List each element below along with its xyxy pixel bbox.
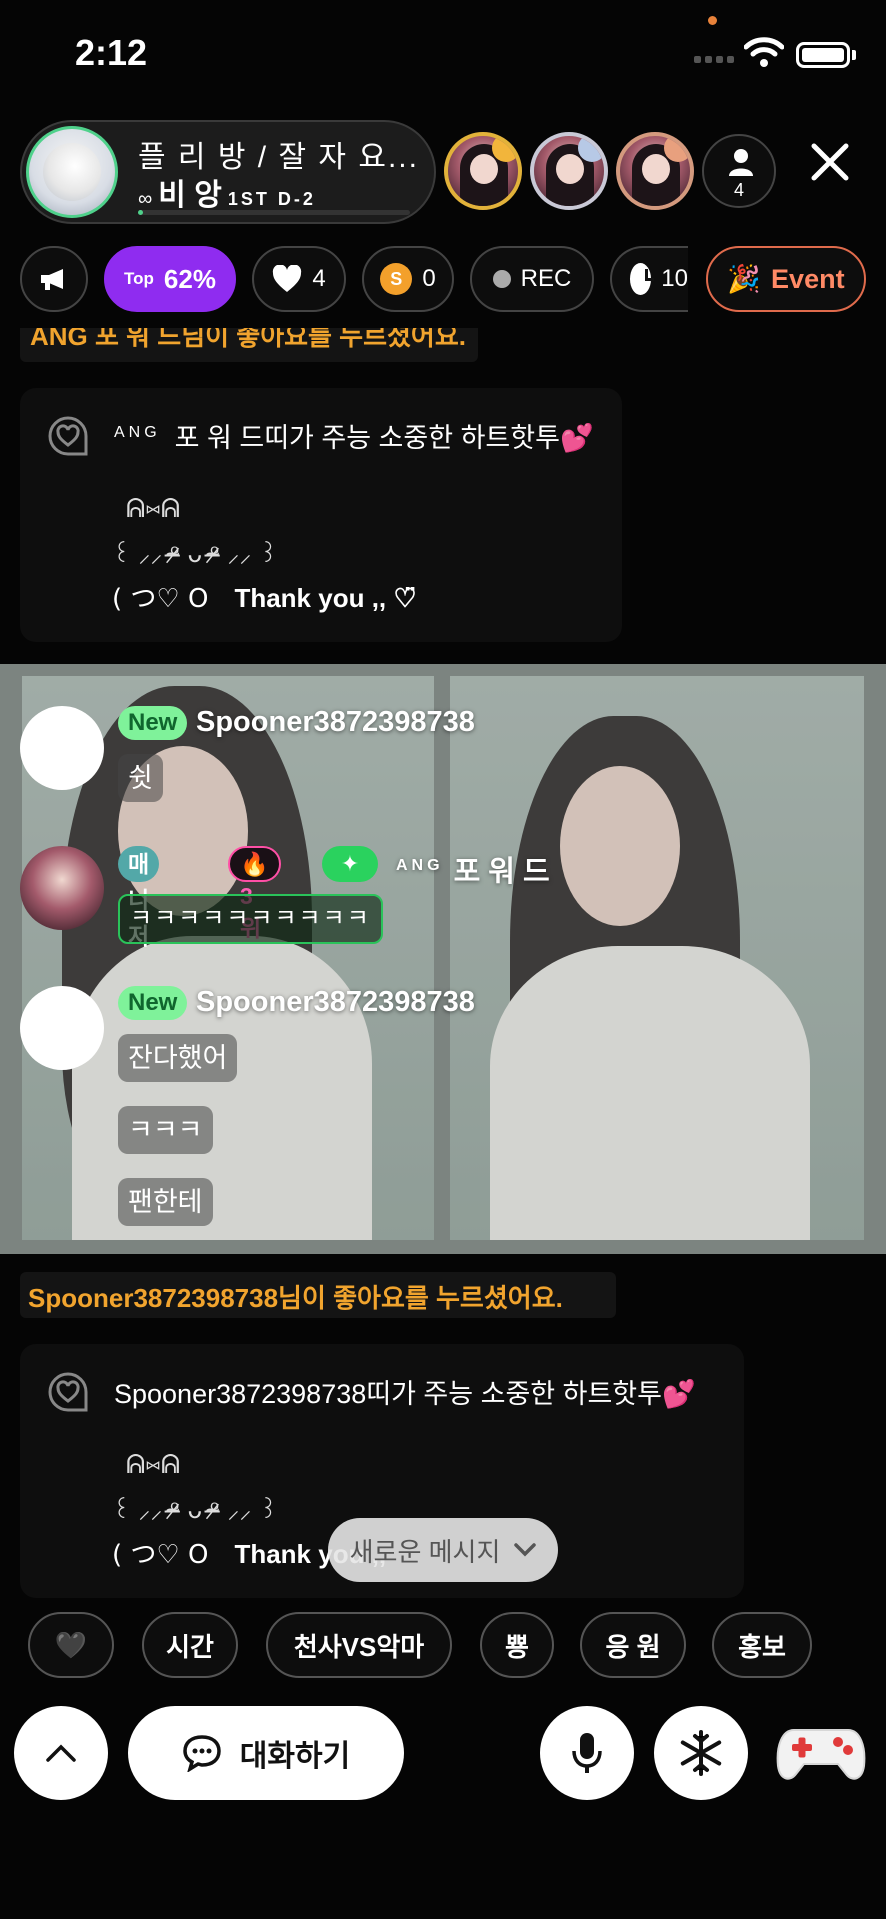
heart-message-2-text: Spooner3872398738띠가 주능 소중한 하트핫투💕 (114, 1379, 696, 1409)
game-controller-icon[interactable] (776, 1718, 866, 1788)
spoon-coin-icon: S (380, 263, 413, 295)
expand-button[interactable] (14, 1706, 108, 1800)
message-bubble[interactable]: ㅋㅋㅋ (118, 1106, 213, 1154)
sparkle-badge-icon: ✦ (322, 846, 378, 882)
message-bubble[interactable]: 잔다했어 (118, 1034, 238, 1082)
room-progress-bar (138, 210, 410, 215)
close-icon[interactable] (808, 140, 852, 184)
battery-icon (796, 42, 850, 68)
rec-label: REC (520, 265, 572, 292)
heart-message-card-1: ANG 포 워 드띠가 주능 소중한 하트핫투💕 ᕱ⑅ᕱ ꒰ ⸝⸝ ᵒ̴̶̷ ᴗ … (20, 388, 622, 642)
room-host: ∞ 비 앙 1ST D-2 (138, 170, 316, 214)
megaphone-icon (41, 269, 63, 290)
room-info-card[interactable]: 플 리 방 / 잘 자 요... ∞ 비 앙 1ST D-2 (20, 120, 436, 224)
announcement-button[interactable] (20, 246, 88, 312)
cellular-signal-icon (694, 56, 734, 63)
microphone-icon (572, 1733, 602, 1773)
new-message-label: 새로운 메시지 (349, 1536, 501, 1567)
new-badge: New (118, 986, 188, 1020)
ascii-art-line-2: ꒰ ⸝⸝ ᵒ̴̶̷ ᴗ ᵒ̴̶̷ ⸝⸝ ꒱ (112, 1496, 278, 1524)
likes-count: 4 (312, 265, 326, 292)
host-suffix: 1ST D-2 (227, 189, 316, 209)
battery-tip (852, 50, 856, 60)
user-avatar[interactable] (20, 706, 104, 790)
like-notice-bottom-text: Spooner3872398738님이 좋아요를 누르셨어요. (28, 1283, 563, 1313)
like-notice-top: ANG 포 워 드님이 좋아요를 누르셨어요. (20, 328, 478, 362)
host-prefix: ∞ (138, 188, 153, 210)
new-badge: New (118, 706, 188, 740)
listener-count-button[interactable]: 4 (702, 134, 776, 208)
ascii-art-line-1: ᕱ⑅ᕱ (126, 494, 181, 524)
quick-chip-heart[interactable]: 🖤 (28, 1612, 114, 1678)
quick-chip-promo[interactable]: 홍보 (712, 1612, 812, 1678)
quick-chip-angel-vs-devil[interactable]: 천사VS악마 (266, 1612, 452, 1678)
timer-pill[interactable]: 10 (610, 246, 688, 312)
timer-value: 10 (661, 265, 688, 292)
spoon-count: 0 (422, 265, 436, 292)
manager-badge: 매니저 (118, 846, 160, 949)
room-progress-fill (138, 210, 144, 215)
clock-icon (630, 263, 655, 295)
user-nickname[interactable]: Spooner3872398738 (196, 706, 475, 739)
rank-badge: 🔥3위 (228, 846, 281, 941)
heart-message-1-text: ANG 포 워 드띠가 주능 소중한 하트핫투💕 (114, 423, 594, 453)
microphone-button[interactable] (540, 1706, 634, 1800)
like-notice-top-text: ANG 포 워 드님이 좋아요를 누르셨어요. (30, 328, 466, 351)
chevron-up-icon (46, 1744, 76, 1762)
manager-avatar[interactable] (20, 846, 104, 930)
ascii-art-line-1: ᕱ⑅ᕱ (126, 1450, 181, 1480)
rank-wing-icon (492, 136, 518, 162)
chat-bubble-icon (183, 1735, 221, 1772)
top-rank-value: 62% (163, 263, 216, 294)
quick-chip-ppyong[interactable]: 뿅 (480, 1612, 554, 1678)
person-icon (729, 149, 753, 176)
top-rank-prefix: Top (124, 269, 154, 288)
recording-indicator-dot (708, 16, 717, 25)
status-time: 2:12 (75, 32, 148, 73)
wifi-icon (744, 37, 784, 67)
party-popper-icon: 🎉 (727, 264, 762, 294)
message-bubble[interactable]: 팬한테 (118, 1178, 213, 1226)
freeze-button[interactable] (654, 1706, 748, 1800)
shared-photo-right[interactable] (450, 676, 864, 1240)
manager-message-bubble[interactable]: ㅋㅋㅋㅋㅋㅋㅋㅋㅋㅋ (118, 894, 383, 944)
heart-bubble-icon (48, 1372, 88, 1412)
event-button[interactable]: 🎉 Event (706, 246, 866, 312)
event-label: Event (771, 263, 845, 294)
chat-input-label: 대화하기 (239, 1740, 351, 1773)
sender-prefix: ANG (114, 424, 161, 441)
new-message-button[interactable]: 새로운 메시지 (328, 1518, 558, 1582)
nick-prefix: ANG (396, 857, 444, 875)
ascii-art-line-3: ( つ♡ O Thank you ,, ♡̈ (112, 583, 417, 614)
top-listener-3[interactable] (616, 132, 694, 210)
host-name: 비 앙 (158, 179, 222, 212)
manager-nickname: ANG 포 워 드 (396, 856, 550, 888)
spoon-counter[interactable]: S 0 (362, 246, 454, 312)
user-nickname[interactable]: Spooner3872398738 (196, 986, 475, 1019)
quick-chip-cheer[interactable]: 응 원 (580, 1612, 686, 1678)
rank-wing-icon (578, 136, 604, 162)
user-avatar[interactable] (20, 986, 104, 1070)
heart-icon (273, 265, 302, 292)
chevron-down-icon (514, 1543, 537, 1557)
top-listener-1[interactable] (444, 132, 522, 210)
chat-input-button[interactable]: 대화하기 (128, 1706, 404, 1800)
heart-bubble-icon (48, 416, 88, 456)
snowflake-icon (680, 1730, 722, 1776)
message-bubble[interactable]: 쉿 (118, 754, 163, 802)
room-avatar (26, 126, 118, 218)
ascii-art-line-2: ꒰ ⸝⸝ ᵒ̴̶̷ ᴗ ᵒ̴̶̷ ⸝⸝ ꒱ (112, 540, 278, 568)
like-notice-bottom: Spooner3872398738님이 좋아요를 누르셨어요. (20, 1272, 616, 1318)
likes-counter[interactable]: 4 (252, 246, 346, 312)
listener-count: 4 (733, 180, 744, 200)
record-dot-icon (492, 270, 511, 288)
top-listener-2[interactable] (530, 132, 608, 210)
quick-chip-time[interactable]: 시간 (142, 1612, 238, 1678)
rec-button[interactable]: REC (470, 246, 594, 312)
top-rank-badge[interactable]: Top 62% (104, 246, 236, 312)
rank-wing-icon (664, 136, 690, 162)
